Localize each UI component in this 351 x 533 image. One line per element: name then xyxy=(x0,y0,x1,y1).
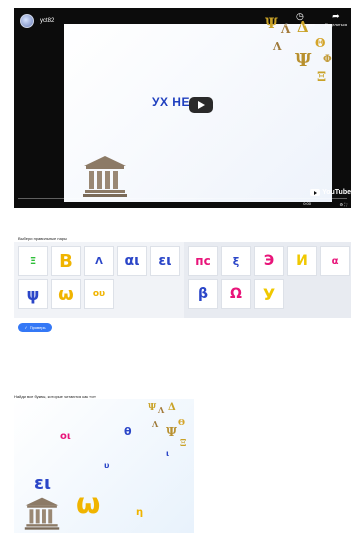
tile-right[interactable]: ξ xyxy=(221,246,251,276)
tile-text: ω xyxy=(58,283,74,305)
greek-letter: Θ xyxy=(315,36,326,50)
greek-letter: Ξ xyxy=(317,70,327,85)
letter-option[interactable]: η xyxy=(136,507,143,518)
tile-text: ου xyxy=(92,289,106,299)
greek-letter: Δ xyxy=(168,402,176,413)
check-icon: ✓ xyxy=(24,325,28,330)
settings-icon[interactable]: ⚙ ⛶ xyxy=(340,202,348,207)
tile-text: У xyxy=(262,284,276,304)
tile-text: ει xyxy=(158,253,172,269)
tile-text: И xyxy=(296,253,308,269)
tile-left[interactable]: ει xyxy=(150,246,180,276)
tile-left[interactable]: ου xyxy=(84,279,114,309)
clock-icon: ◷ xyxy=(295,11,304,21)
player-controls: 0:00 ⚙ ⛶ xyxy=(14,198,351,208)
tile-right[interactable]: Э xyxy=(254,246,284,276)
youtube-label: YouTube xyxy=(322,189,351,196)
page: yct82 ◷ Смотреть позже ➦ Поделиться Ψ Λ … xyxy=(0,0,351,533)
youtube-play-icon xyxy=(310,189,321,196)
share-label: Поделиться xyxy=(324,22,347,27)
letter-option[interactable]: υ xyxy=(104,461,109,470)
letter-option[interactable]: ι xyxy=(166,449,169,458)
letter-option[interactable]: ω xyxy=(76,487,100,520)
tile-right[interactable]: И xyxy=(287,246,317,276)
watch-later-button[interactable]: ◷ Смотреть позже xyxy=(284,11,315,28)
progress-bar[interactable] xyxy=(18,198,347,199)
tile-text: Ξ xyxy=(29,255,37,267)
tile-text: αι xyxy=(124,253,140,269)
find-letters-area: Ψ Λ Δ Θ Ψ Λ Ξ οι θ υ ι ει ω η xyxy=(14,399,194,533)
youtube-logo[interactable]: YouTube xyxy=(310,189,351,196)
greek-letter: Ξ xyxy=(180,439,187,449)
greek-letter: Λ xyxy=(273,40,282,53)
greek-letter: Φ xyxy=(323,54,332,65)
tile-text: Э xyxy=(263,253,275,269)
tile-right[interactable]: У xyxy=(254,279,284,309)
tile-text: Λ xyxy=(95,255,103,267)
letter-option[interactable]: ει xyxy=(34,473,51,494)
tile-text: пс xyxy=(195,254,211,268)
channel-name[interactable]: yct82 xyxy=(40,18,54,24)
left-panel: Ξ B Λ αι ει ψ ω ου xyxy=(14,242,184,318)
tile-right[interactable]: β xyxy=(188,279,218,309)
greek-letter: Λ xyxy=(152,419,159,429)
greek-letter: Ψ xyxy=(166,425,177,439)
right-tile-grid: пс ξ Э И α β Ω У xyxy=(188,246,350,309)
tile-left[interactable]: ω xyxy=(51,279,81,309)
greek-letter: Ψ xyxy=(148,403,157,413)
tile-text: ψ xyxy=(26,284,40,304)
greek-letter: Θ xyxy=(178,417,185,427)
share-button[interactable]: ➦ Поделиться xyxy=(324,11,347,28)
tile-text: β xyxy=(197,286,209,302)
letter-option[interactable]: θ xyxy=(124,425,132,438)
exercise1-instruction: Выбери правильные пары xyxy=(18,236,67,241)
tile-left[interactable]: Λ xyxy=(84,246,114,276)
tile-text: Ω xyxy=(230,286,242,302)
channel-avatar[interactable] xyxy=(20,14,34,28)
tile-right[interactable]: α xyxy=(320,246,350,276)
right-panel: пс ξ Э И α β Ω У xyxy=(184,242,351,318)
left-tile-grid: Ξ B Λ αι ει ψ ω ου xyxy=(18,246,180,309)
channel-info[interactable]: yct82 xyxy=(20,14,54,28)
tile-left[interactable]: ψ xyxy=(18,279,48,309)
tile-text: B xyxy=(59,250,73,272)
play-button[interactable] xyxy=(189,97,213,113)
letter-option[interactable]: οι xyxy=(60,431,71,442)
tile-left[interactable]: B xyxy=(51,246,81,276)
temple-icon xyxy=(24,497,60,530)
check-button[interactable]: ✓ Проверь xyxy=(18,323,52,332)
tile-right[interactable]: пс xyxy=(188,246,218,276)
greek-letter: Λ xyxy=(158,405,165,415)
matching-board: Ξ B Λ αι ει ψ ω ου пс ξ Э И α β Ω У xyxy=(14,242,351,318)
tile-left[interactable]: Ξ xyxy=(18,246,48,276)
greek-letter: Ψ xyxy=(295,50,312,71)
temple-icon xyxy=(83,156,127,197)
tile-text: α xyxy=(331,255,339,267)
tile-right[interactable]: Ω xyxy=(221,279,251,309)
check-label: Проверь xyxy=(29,325,46,330)
video-player[interactable]: yct82 ◷ Смотреть позже ➦ Поделиться Ψ Λ … xyxy=(14,8,351,208)
video-top-actions: ◷ Смотреть позже ➦ Поделиться xyxy=(284,11,347,28)
share-icon: ➦ xyxy=(332,11,340,21)
greek-letter: Ψ xyxy=(265,16,278,32)
tile-text: ξ xyxy=(232,254,240,268)
slide-title: УХ НЕ xyxy=(152,95,190,109)
time-display: 0:00 xyxy=(303,201,311,206)
watch-later-label: Смотреть позже xyxy=(284,22,315,27)
tile-left[interactable]: αι xyxy=(117,246,147,276)
